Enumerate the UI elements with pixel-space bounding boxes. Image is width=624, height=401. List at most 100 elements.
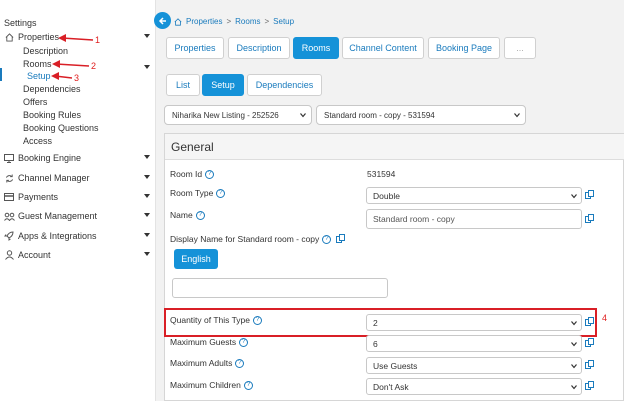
help-icon[interactable]: ? — [216, 188, 226, 198]
sidebar-item-booking-engine[interactable]: Booking Engine — [0, 150, 156, 166]
tab-list[interactable]: List — [166, 74, 200, 96]
max-children-label-text: Maximum Children — [170, 380, 241, 390]
chevron-down-icon — [144, 233, 150, 237]
help-icon[interactable]: ? — [322, 234, 332, 244]
sidebar-item-label: Booking Engine — [18, 153, 82, 163]
sidebar-item-label: Payments — [18, 192, 59, 202]
help-icon[interactable]: ? — [195, 210, 205, 220]
rocket-icon — [2, 231, 16, 241]
display-name-label: Display Name for Standard room - copy ? — [170, 234, 346, 244]
monitor-icon — [2, 153, 16, 163]
chevron-down-icon — [144, 175, 150, 179]
help-icon[interactable]: ? — [243, 380, 253, 390]
room-select-value: Standard room - copy - 531594 — [324, 110, 435, 120]
sidebar-item-label: Apps & Integrations — [18, 231, 97, 241]
name-input[interactable]: Standard room - copy — [366, 209, 582, 229]
language-english-button[interactable]: English — [174, 249, 218, 269]
max-adults-label-text: Maximum Adults — [170, 358, 233, 368]
tab-booking-page[interactable]: Booking Page — [428, 37, 500, 59]
panel-title: General — [171, 140, 214, 154]
max-guests-value: 6 — [373, 338, 378, 349]
arrow-left-icon — [158, 16, 166, 25]
credit-card-icon — [2, 193, 16, 201]
sidebar-item-account[interactable]: Account — [0, 247, 156, 263]
tab-properties[interactable]: Properties — [166, 37, 224, 59]
max-adults-label: Maximum Adults ? — [170, 358, 245, 368]
room-type-label: Room Type ? — [170, 188, 226, 198]
chevron-down-icon — [144, 252, 150, 256]
annotation-number-3: 3 — [74, 73, 80, 83]
sidebar-item-label: Guest Management — [18, 211, 98, 221]
room-id-label: Room Id ? — [170, 169, 215, 179]
chevron-down-icon — [514, 113, 520, 118]
breadcrumb-setup[interactable]: Setup — [273, 17, 294, 26]
max-guests-label-text: Maximum Guests — [170, 337, 237, 347]
copy-icon[interactable] — [585, 360, 594, 370]
property-select[interactable]: Niharika New Listing - 252526 — [164, 105, 312, 125]
sidebar-item-apps-integrations[interactable]: Apps & Integrations — [0, 228, 156, 244]
breadcrumb-separator: > — [264, 17, 270, 26]
copy-icon[interactable] — [585, 190, 594, 200]
sidebar-item-channel-manager[interactable]: Channel Manager — [0, 170, 156, 186]
breadcrumb-separator: > — [226, 17, 232, 26]
chevron-down-icon — [144, 194, 150, 198]
sync-icon — [2, 173, 16, 183]
annotation-number-4: 4 — [602, 313, 608, 323]
tab-description[interactable]: Description — [228, 37, 290, 59]
display-name-label-text: Display Name for Standard room - copy — [170, 234, 320, 244]
sidebar-item-payments[interactable]: Payments — [0, 189, 156, 205]
chevron-down-icon — [144, 213, 150, 217]
max-adults-value: Use Guests — [373, 360, 418, 371]
room-type-value: Double — [373, 190, 400, 201]
help-icon[interactable]: ? — [205, 169, 215, 179]
tab-channel-content[interactable]: Channel Content — [342, 37, 424, 59]
copy-icon[interactable] — [585, 214, 594, 224]
annotation-number-1: 1 — [95, 35, 101, 45]
user-icon — [2, 250, 16, 260]
sidebar-subitem-booking-rules[interactable]: Booking Rules — [23, 110, 81, 120]
room-type-select[interactable]: Double — [366, 187, 582, 204]
room-type-label-text: Room Type — [170, 188, 214, 198]
sidebar-subitem-access[interactable]: Access — [23, 136, 52, 146]
property-select-value: Niharika New Listing - 252526 — [172, 110, 279, 120]
back-button[interactable] — [154, 12, 171, 29]
max-guests-label: Maximum Guests ? — [170, 337, 249, 347]
max-children-select[interactable]: Don't Ask — [366, 378, 582, 395]
max-children-label: Maximum Children ? — [170, 380, 253, 390]
name-label-text: Name — [170, 210, 193, 220]
sidebar-subitem-offers[interactable]: Offers — [23, 97, 47, 107]
room-id-label-text: Room Id — [170, 169, 203, 179]
help-icon[interactable]: ? — [239, 337, 249, 347]
chevron-down-icon — [571, 342, 577, 347]
breadcrumb: Properties > Rooms > Setup — [174, 17, 294, 26]
max-guests-select[interactable]: 6 — [366, 335, 582, 352]
chevron-down-icon — [571, 364, 577, 369]
chevron-down-icon — [571, 385, 577, 390]
breadcrumb-properties[interactable]: Properties — [186, 17, 222, 26]
annotation-number-2: 2 — [91, 61, 97, 71]
panel-header: General — [165, 134, 624, 160]
breadcrumb-rooms[interactable]: Rooms — [235, 17, 260, 26]
tab-dependencies[interactable]: Dependencies — [247, 74, 322, 96]
sidebar-item-label: Account — [18, 250, 51, 260]
sidebar-item-label: Channel Manager — [18, 173, 90, 183]
sidebar-item-guest-management[interactable]: Guest Management — [0, 208, 156, 224]
users-icon — [2, 212, 16, 221]
copy-icon[interactable] — [585, 338, 594, 348]
chevron-down-icon — [571, 194, 577, 199]
tab-rooms[interactable]: Rooms — [293, 37, 339, 59]
tab-more[interactable]: ... — [504, 37, 536, 59]
max-adults-select[interactable]: Use Guests — [366, 357, 582, 374]
copy-icon[interactable] — [585, 381, 594, 391]
display-name-input[interactable] — [172, 278, 388, 298]
copy-icon[interactable] — [336, 234, 346, 244]
chevron-down-icon — [300, 113, 306, 118]
home-icon — [174, 17, 182, 26]
sidebar-subitem-booking-questions[interactable]: Booking Questions — [23, 123, 99, 133]
room-select[interactable]: Standard room - copy - 531594 — [316, 105, 526, 125]
tab-setup[interactable]: Setup — [202, 74, 244, 96]
help-icon[interactable]: ? — [235, 358, 245, 368]
max-children-value: Don't Ask — [373, 381, 409, 392]
room-id-value: 531594 — [367, 169, 396, 179]
chevron-down-icon — [144, 155, 150, 159]
